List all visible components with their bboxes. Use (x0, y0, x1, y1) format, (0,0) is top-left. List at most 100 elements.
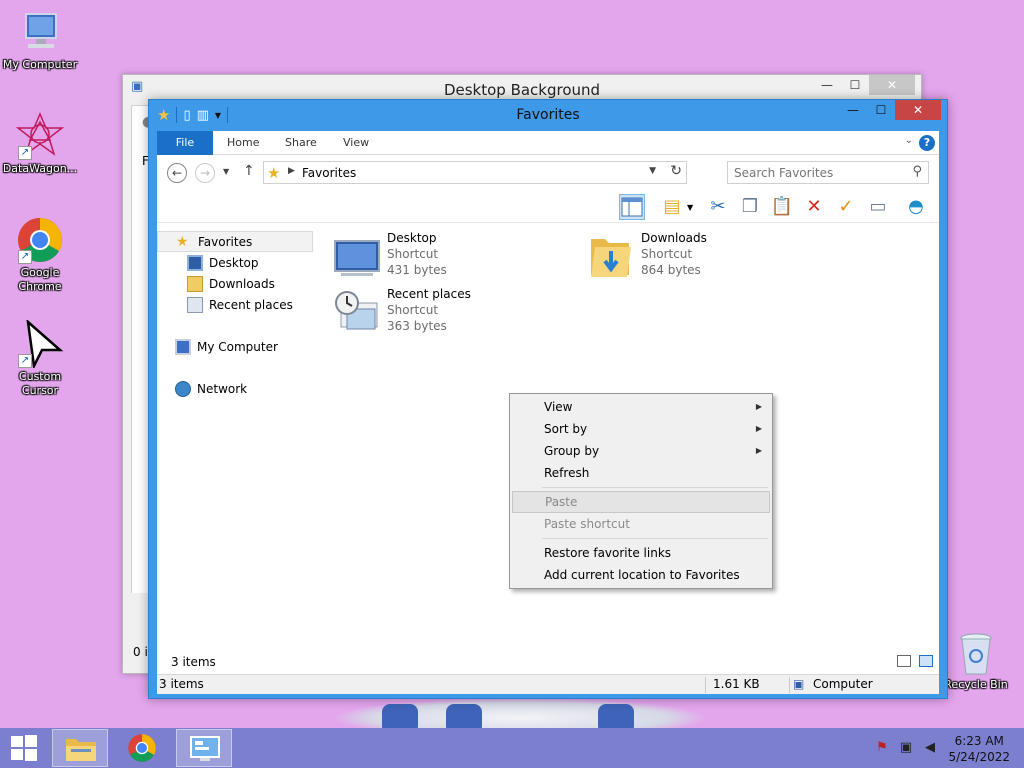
menu-item-add-current-location[interactable]: Add current location to Favorites (512, 564, 770, 586)
nav-item-desktop[interactable]: Desktop (157, 253, 259, 274)
chevron-down-icon[interactable]: ▼ (649, 166, 656, 176)
desktop-shortcut-icon (333, 233, 381, 279)
menu-item-label: Sort by (544, 422, 588, 436)
refresh-icon[interactable]: ↻ (670, 163, 682, 179)
menu-item-restore-favorite-links[interactable]: Restore favorite links (512, 542, 770, 564)
context-menu: View ▶ Sort by ▶ Group by ▶ Refresh Past… (509, 393, 773, 589)
taskbar-google-chrome[interactable] (114, 729, 170, 767)
computer-icon: ▣ (793, 677, 805, 691)
nav-item-label: Favorites (198, 235, 253, 249)
maximize-button[interactable]: ☐ (841, 75, 869, 95)
menu-item-sort-by[interactable]: Sort by ▶ (512, 418, 770, 440)
breadcrumb-separator-icon[interactable]: ▶ (288, 166, 295, 176)
menu-item-refresh[interactable]: Refresh (512, 462, 770, 484)
submenu-arrow-icon: ▶ (755, 402, 762, 411)
control-panel-icon (190, 736, 220, 761)
desktop-icon-custom-cursor[interactable]: ↗ Custom Cursor (0, 318, 80, 398)
action-center-flag-icon[interactable]: ⚑ (874, 740, 890, 756)
shortcut-arrow-icon: ↗ (18, 146, 32, 160)
nav-item-recent-places[interactable]: Recent places (157, 295, 293, 316)
tab-home[interactable]: Home (227, 131, 259, 155)
menu-item-paste-shortcut[interactable]: Paste shortcut (512, 513, 770, 535)
search-icon[interactable]: ⚲ (912, 164, 922, 179)
computer-icon (16, 8, 64, 56)
desktop-icon-datawagon[interactable]: ↗ DataWagon... (0, 112, 80, 176)
menu-item-label: Add current location to Favorites (544, 568, 740, 582)
menu-item-label: Refresh (544, 466, 590, 480)
recent-locations-chevron-icon[interactable]: ▼ (223, 167, 229, 176)
file-size: 864 bytes (641, 263, 701, 277)
computer-icon (175, 338, 191, 355)
tab-file[interactable]: File (157, 131, 213, 155)
window-title: Desktop Background (443, 81, 601, 99)
menu-item-paste[interactable]: Paste (512, 491, 770, 513)
nav-item-network[interactable]: Network (157, 379, 247, 400)
shell-icon[interactable]: ◓ (903, 194, 929, 220)
nav-item-downloads[interactable]: Downloads (157, 274, 275, 295)
address-bar[interactable]: ★ ▶ Favorites ▼ ↻ (263, 161, 687, 184)
start-button[interactable] (0, 729, 56, 767)
search-input[interactable] (734, 165, 904, 181)
tab-view[interactable]: View (343, 131, 369, 155)
nav-item-label: My Computer (197, 340, 278, 354)
cursor-icon: ↗ (16, 318, 64, 371)
system-clock[interactable]: 6:23 AM 5/24/2022 (948, 733, 1010, 765)
minimize-button[interactable]: — (813, 75, 841, 95)
nav-item-label: Desktop (209, 256, 259, 270)
back-arrow-icon[interactable]: ← (167, 163, 187, 183)
nav-item-label: Downloads (209, 277, 275, 291)
paste-icon[interactable]: 📋 (769, 194, 795, 220)
close-button[interactable]: ✕ (895, 100, 941, 120)
star-icon: ★ (267, 164, 281, 182)
folder-properties-icon[interactable]: ▤ (659, 194, 685, 220)
menu-item-view[interactable]: View ▶ (512, 396, 770, 418)
maximize-button[interactable]: ☐ (867, 100, 895, 120)
volume-muted-icon[interactable]: ◀ (922, 740, 938, 756)
close-button[interactable]: ✕ (869, 75, 915, 95)
cut-icon[interactable]: ✂ (705, 194, 731, 220)
search-box[interactable]: ⚲ (727, 161, 929, 184)
chrome-icon (128, 734, 156, 762)
file-name: Downloads (641, 231, 707, 245)
file-name: Recent places (387, 287, 471, 301)
checkmark-icon[interactable]: ✓ (833, 194, 859, 220)
details-view-icon[interactable] (897, 655, 911, 667)
address-row: ← → ▼ ↑ ★ ▶ Favorites ▼ ↻ ⚲ (157, 155, 939, 191)
chevron-down-icon[interactable]: ▼ (687, 203, 693, 212)
downloads-folder-icon (187, 275, 203, 292)
file-item-downloads[interactable]: Downloads Shortcut 864 bytes (587, 231, 787, 281)
desktop-icon-my-computer[interactable]: My Computer (0, 8, 80, 72)
downloads-folder-icon (587, 233, 635, 279)
desktop-icon-label: My Computer (2, 58, 78, 71)
up-arrow-icon[interactable]: ↑ (243, 163, 255, 179)
submenu-arrow-icon: ▶ (755, 424, 762, 433)
submenu-arrow-icon: ▶ (755, 446, 762, 455)
shortcut-arrow-icon: ↗ (18, 354, 32, 368)
datawagon-icon: ↗ (15, 112, 65, 160)
expand-ribbon-icon[interactable]: ⌄ (905, 135, 913, 146)
rename-icon[interactable]: ▭ (865, 194, 891, 220)
desktop-icon-google-chrome[interactable]: ↗ Google Chrome (0, 216, 80, 294)
network-tray-icon[interactable]: ▣ (898, 740, 914, 756)
file-item-desktop[interactable]: Desktop Shortcut 431 bytes (333, 231, 533, 281)
tab-share[interactable]: Share (285, 131, 317, 155)
nav-item-my-computer[interactable]: My Computer (157, 337, 278, 358)
minimize-button[interactable]: — (839, 100, 867, 120)
network-icon (175, 380, 191, 397)
nav-item-favorites[interactable]: ★ Favorites (157, 231, 313, 252)
copy-icon[interactable]: ❐ (737, 194, 763, 220)
window-titlebar[interactable]: ★ ▯ ▥ ▼ Favorites — ☐ ✕ (149, 100, 947, 130)
delete-icon[interactable]: ✕ (801, 194, 827, 220)
taskbar-file-explorer[interactable] (52, 729, 108, 767)
preview-pane-icon[interactable] (619, 194, 645, 220)
menu-item-label: Group by (544, 444, 600, 458)
help-icon[interactable]: ? (919, 135, 935, 151)
menu-item-group-by[interactable]: Group by ▶ (512, 440, 770, 462)
file-item-recent-places[interactable]: Recent places Shortcut 363 bytes (333, 287, 533, 337)
taskbar-desktop-background[interactable] (176, 729, 232, 767)
desktop-icon-recycle-bin[interactable]: Recycle Bin (936, 632, 1016, 692)
breadcrumb[interactable]: Favorites (302, 166, 356, 180)
large-icons-view-icon[interactable] (919, 655, 933, 667)
desktop-icon-label: DataWagon... (2, 162, 78, 175)
forward-arrow-icon[interactable]: → (195, 163, 215, 183)
